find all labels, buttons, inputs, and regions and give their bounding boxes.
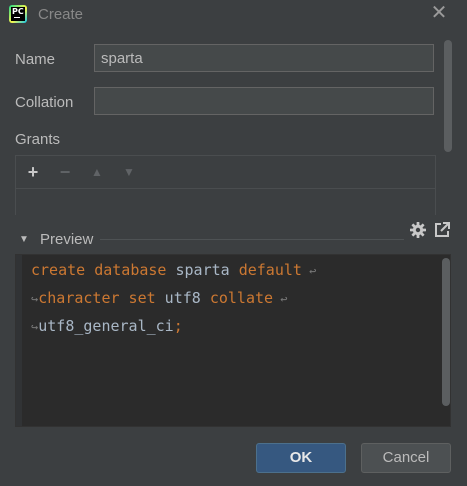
code-line: ↪character set utf8 collate ↩: [31, 289, 288, 307]
sql-keyword: collate: [209, 289, 274, 307]
collation-field[interactable]: [94, 87, 434, 115]
pycharm-app-icon: PC: [9, 5, 27, 23]
sql-preview-editor[interactable]: [15, 254, 451, 427]
window-title: Create: [38, 6, 84, 23]
name-field[interactable]: [94, 44, 434, 72]
move-down-button[interactable]: ▼: [118, 158, 140, 186]
sql-identifier: sparta: [166, 261, 239, 279]
grants-label: Grants: [15, 131, 61, 148]
remove-grant-button[interactable]: −: [54, 158, 76, 186]
code-line: create database sparta default ↩: [31, 261, 316, 279]
sql-identifier: utf8: [155, 289, 210, 307]
soft-wrap-icon: ↩: [301, 264, 317, 278]
add-grant-button[interactable]: +: [22, 158, 44, 186]
name-label: Name: [15, 51, 56, 68]
ok-button[interactable]: OK: [256, 443, 346, 473]
close-icon[interactable]: ✕: [428, 2, 450, 24]
sql-keyword: character set: [38, 289, 156, 307]
preview-separator: [100, 239, 404, 240]
move-up-button[interactable]: ▲: [86, 158, 108, 186]
preview-label[interactable]: Preview: [40, 231, 93, 248]
editor-gutter: [16, 255, 22, 426]
editor-scrollbar-thumb[interactable]: [442, 258, 450, 406]
collation-label: Collation: [15, 94, 74, 111]
open-in-editor-icon[interactable]: [433, 221, 451, 239]
code-line: ↪utf8_general_ci;: [31, 317, 183, 335]
form-scrollbar-thumb[interactable]: [444, 40, 452, 152]
cancel-button[interactable]: Cancel: [361, 443, 451, 473]
sql-identifier: utf8_general_ci: [38, 317, 174, 335]
soft-wrap-icon: ↩: [273, 292, 288, 306]
sql-keyword: create database: [31, 261, 167, 279]
gear-icon[interactable]: [409, 221, 427, 239]
sql-keyword: ;: [173, 317, 183, 335]
grants-toolbar: + − ▲ ▼: [16, 158, 436, 189]
preview-collapse-toggle[interactable]: ▼: [19, 234, 29, 245]
sql-keyword: default: [238, 261, 302, 279]
title-bar: PC Create ✕: [0, 0, 467, 30]
